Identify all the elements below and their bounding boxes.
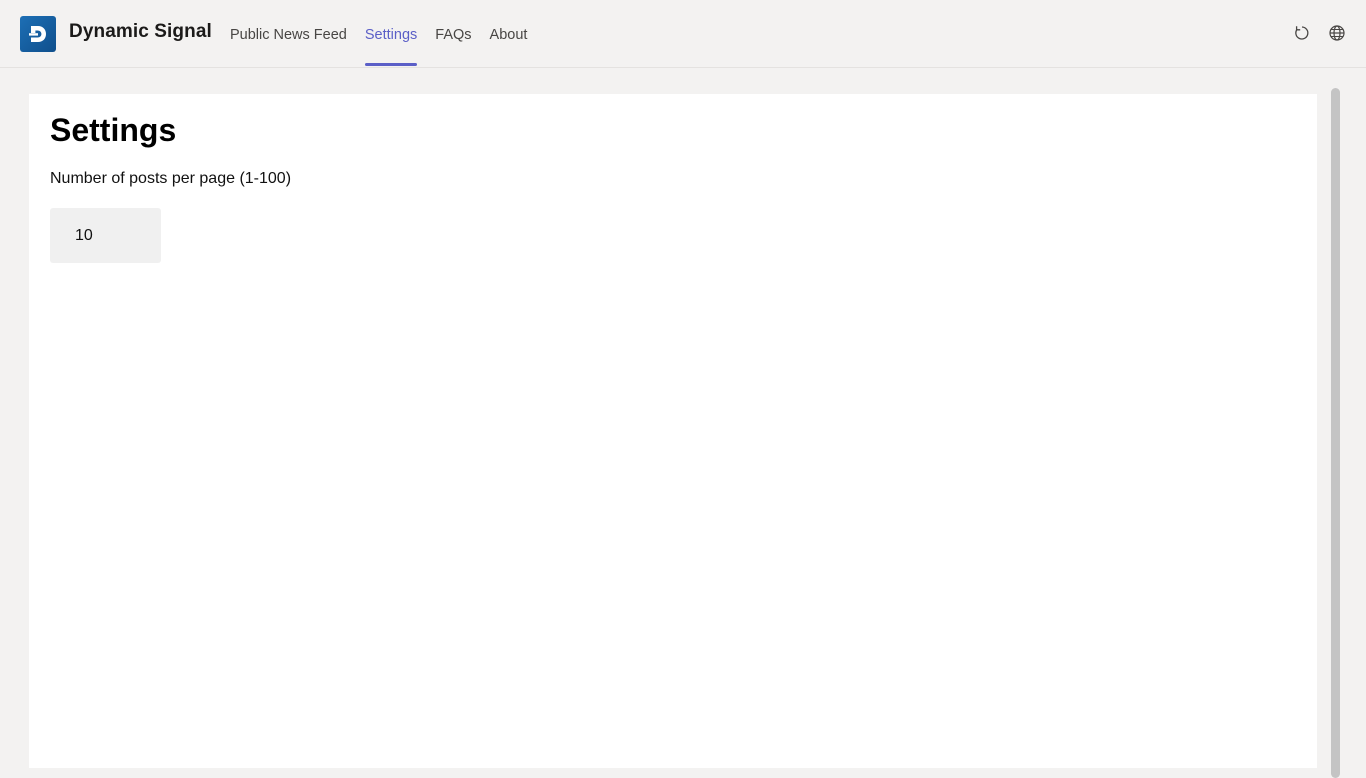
page-title: Settings [50, 112, 177, 148]
tab-settings[interactable]: Settings [364, 0, 418, 68]
scrollbar[interactable] [1326, 86, 1344, 778]
tab-public-news-feed[interactable]: Public News Feed [230, 0, 347, 68]
globe-icon[interactable] [1327, 23, 1347, 43]
posts-per-page-label: Number of posts per page (1-100) [50, 170, 292, 187]
settings-panel: Settings Number of posts per page (1-100… [29, 94, 1317, 768]
refresh-icon[interactable] [1292, 23, 1312, 43]
tab-faqs[interactable]: FAQs [435, 0, 471, 68]
posts-per-page-input[interactable] [50, 208, 161, 263]
top-nav: Public News Feed Settings FAQs About [230, 0, 545, 68]
tab-about[interactable]: About [490, 0, 528, 68]
scrollbar-thumb[interactable] [1331, 88, 1340, 778]
app-name: Dynamic Signal [69, 21, 212, 42]
app-logo-icon[interactable] [20, 16, 56, 52]
top-bar: Dynamic Signal Public News Feed Settings… [0, 0, 1366, 68]
